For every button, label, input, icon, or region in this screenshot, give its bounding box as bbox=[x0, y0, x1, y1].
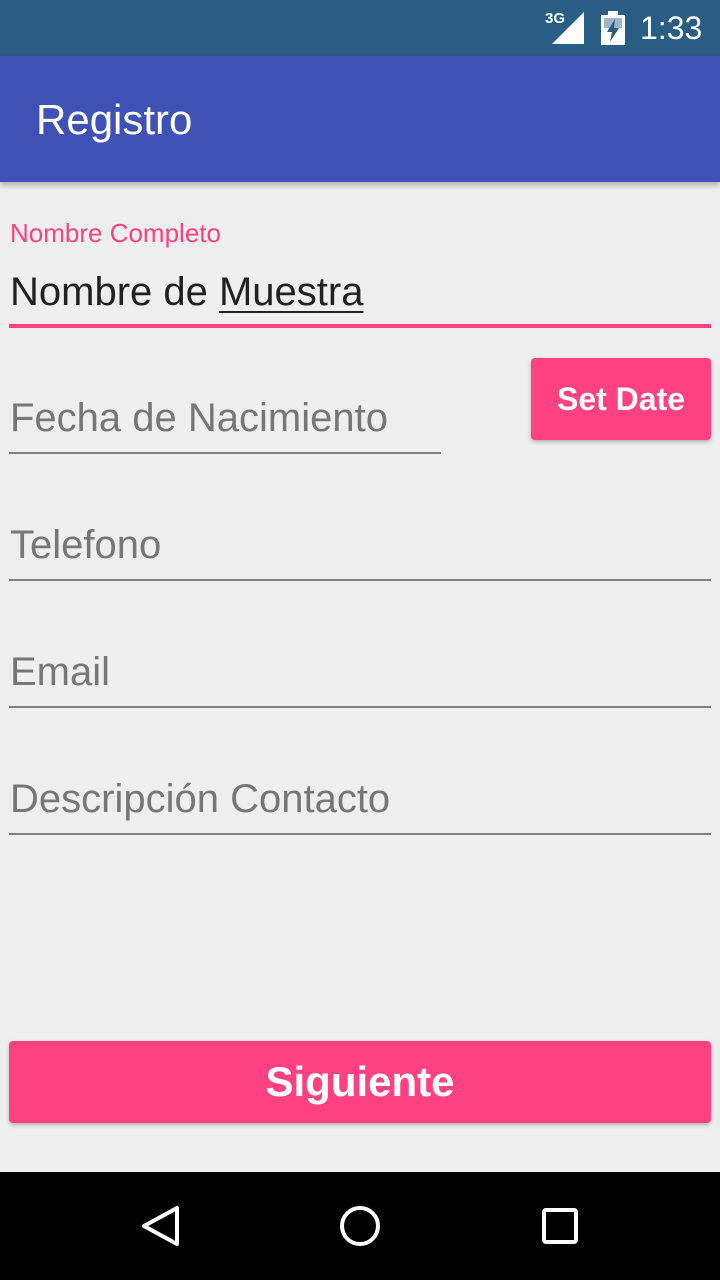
set-date-button[interactable]: Set Date bbox=[531, 358, 711, 440]
clock: 1:33 bbox=[640, 10, 703, 46]
signal-icon bbox=[552, 12, 584, 44]
nombre-composing-text: Muestra bbox=[218, 270, 364, 314]
registro-screen: 3G 1:33 Registro Nombre Completo Nombre … bbox=[0, 0, 720, 1280]
nombre-value: Nombre de bbox=[10, 270, 219, 314]
home-icon[interactable] bbox=[330, 1196, 390, 1256]
email-underline bbox=[9, 706, 711, 708]
telefono-underline bbox=[9, 579, 711, 581]
email-input[interactable]: Email bbox=[10, 650, 110, 695]
navigation-bar bbox=[0, 1172, 720, 1280]
recents-icon[interactable] bbox=[530, 1196, 590, 1256]
telefono-input[interactable]: Telefono bbox=[10, 523, 161, 568]
descripcion-contacto-input[interactable]: Descripción Contacto bbox=[10, 777, 390, 822]
nombre-input[interactable]: Nombre de Muestra bbox=[10, 270, 363, 315]
app-bar: Registro bbox=[0, 56, 720, 182]
back-icon[interactable] bbox=[130, 1196, 190, 1256]
descripcion-underline bbox=[9, 833, 711, 835]
fecha-nacimiento-input[interactable]: Fecha de Nacimiento bbox=[10, 396, 388, 441]
battery-charging-icon bbox=[601, 11, 625, 45]
nombre-label: Nombre Completo bbox=[10, 218, 221, 248]
siguiente-button[interactable]: Siguiente bbox=[9, 1041, 711, 1123]
fecha-underline bbox=[9, 452, 441, 454]
nombre-underline bbox=[9, 324, 711, 328]
status-bar: 3G 1:33 bbox=[0, 0, 720, 56]
page-title: Registro bbox=[36, 96, 193, 143]
